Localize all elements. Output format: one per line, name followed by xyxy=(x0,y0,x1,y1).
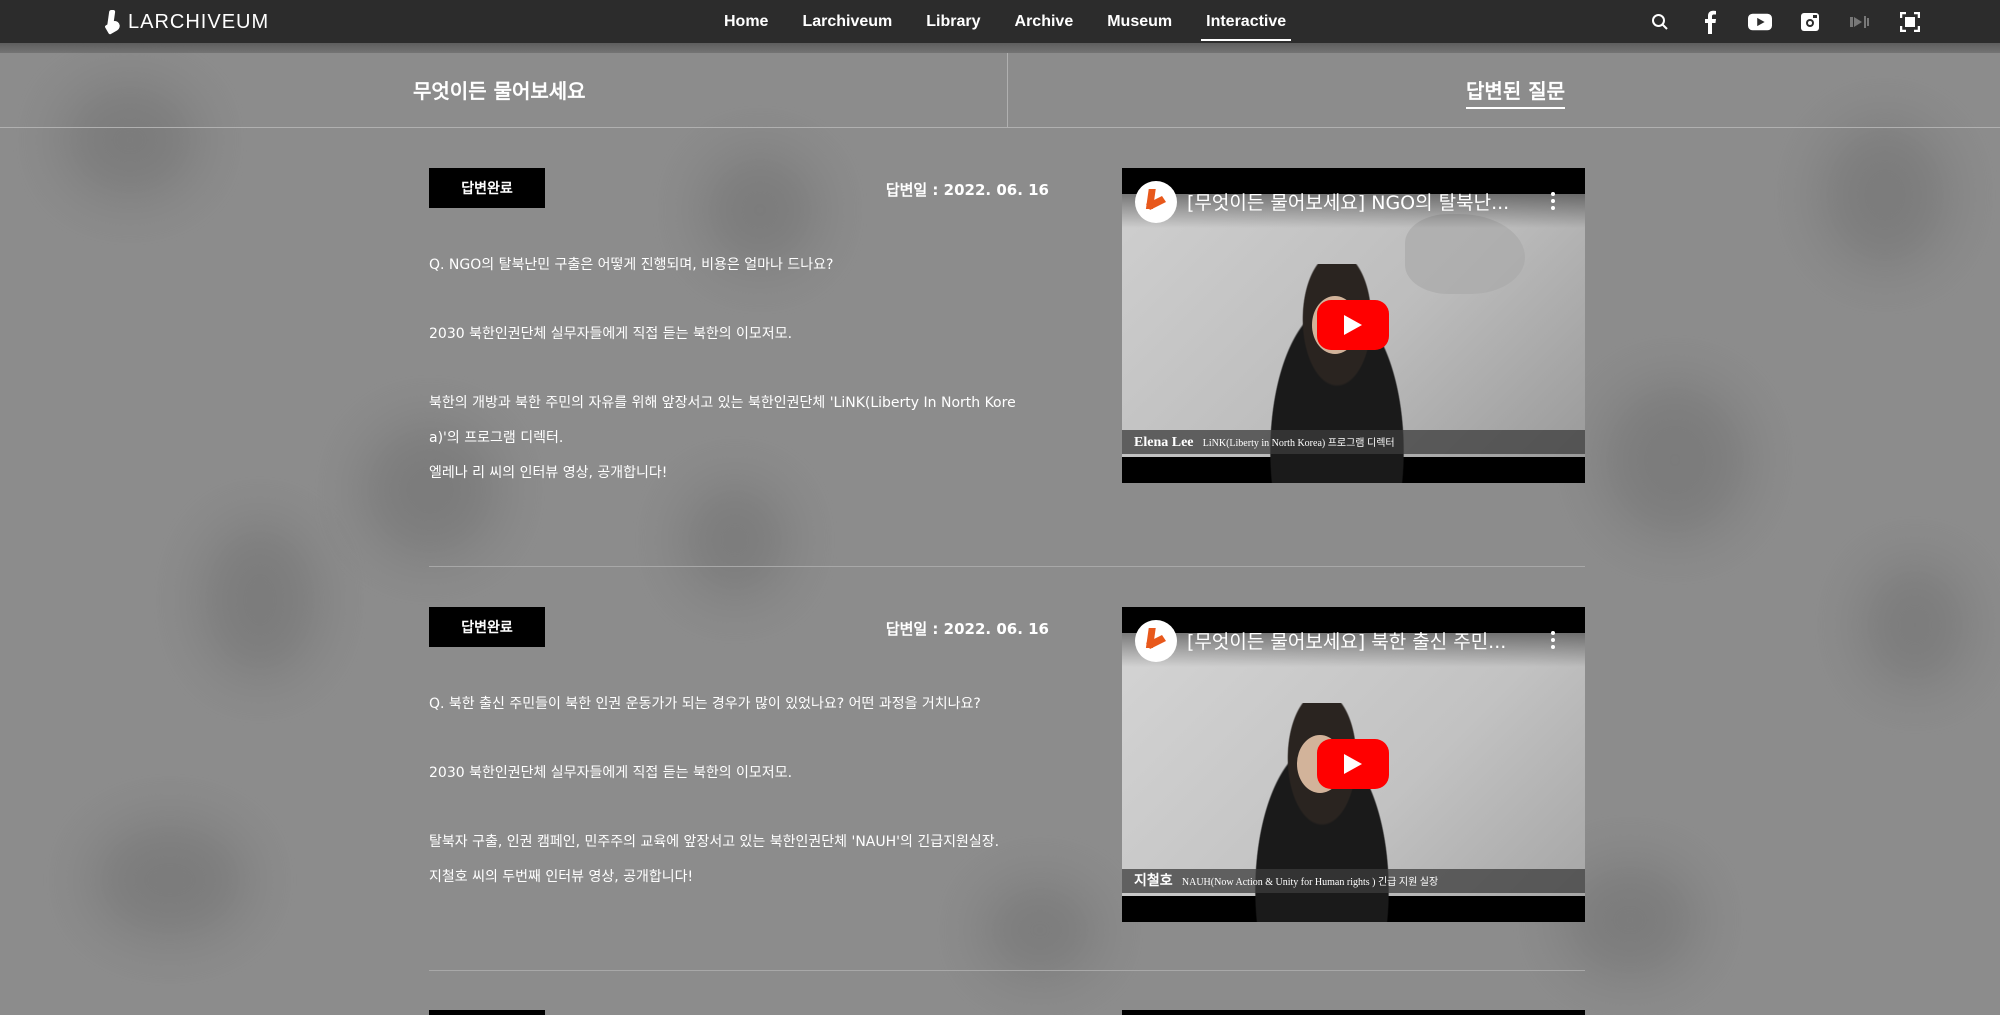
logo-text: LARCHIVEUM xyxy=(128,10,270,33)
answer-body: Q. 북한 출신 주민들이 북한 인권 운동가가 되는 경우가 많이 있었나요?… xyxy=(429,687,1029,895)
channel-avatar[interactable] xyxy=(1135,181,1177,223)
site-logo[interactable]: LARCHIVEUM xyxy=(104,9,269,35)
search-icon[interactable] xyxy=(1648,10,1672,34)
answer-date: 답변일 : 2022. 06. 16 xyxy=(885,620,1049,638)
nav-museum[interactable]: Museum xyxy=(1107,0,1172,43)
more-options-icon[interactable] xyxy=(1551,192,1555,210)
nav-home[interactable]: Home xyxy=(724,0,768,43)
next-entry-video-partial xyxy=(1122,1010,1585,1015)
answer-entry: 답변완료 답변일 : 2022. 06. 16 Q. 북한 출신 주민들이 북한… xyxy=(429,607,1585,927)
tab-answered-questions[interactable]: 답변된 질문 xyxy=(1466,75,1565,109)
audio-icon[interactable] xyxy=(1848,10,1872,34)
announcement-text: 엘레나 리 씨의 인터뷰 영상, 공개합니다! xyxy=(429,465,668,481)
description-line: 북한의 개방과 북한 주민의 자유를 위해 앞장서고 있는 북한인권단체 'Li… xyxy=(429,395,1016,411)
tab-ask-anything[interactable]: 무엇이든 물어보세요 xyxy=(413,75,586,104)
youtube-icon[interactable] xyxy=(1748,10,1772,34)
nav-archive[interactable]: Archive xyxy=(1015,0,1074,43)
description-line: 탈북자 구출, 인권 캠페인, 민주주의 교육에 앞장서고 있는 북한인권단체 … xyxy=(429,834,1000,850)
answer-date: 답변일 : 2022. 06. 16 xyxy=(885,181,1049,199)
subheader-divider xyxy=(1007,53,1008,128)
nav-library[interactable]: Library xyxy=(926,0,980,43)
instagram-icon[interactable] xyxy=(1798,10,1822,34)
caption-name: Elena Lee xyxy=(1134,435,1194,450)
entry-separator xyxy=(429,566,1585,567)
description-line: a)'의 프로그램 디렉터. xyxy=(429,430,564,446)
play-button[interactable] xyxy=(1317,300,1389,350)
question-text: Q. NGO의 탈북난민 구출은 어떻게 진행되며, 비용은 얼마나 드나요? xyxy=(429,257,834,273)
sub-header: 무엇이든 물어보세요 답변된 질문 xyxy=(0,53,2000,128)
nav-icon-group xyxy=(1648,0,1922,43)
more-options-icon[interactable] xyxy=(1551,631,1555,649)
intro-text: 2030 북한인권단체 실무자들에게 직접 듣는 북한의 이모저모. xyxy=(429,765,793,781)
answer-body: Q. NGO의 탈북난민 구출은 어떻게 진행되며, 비용은 얼마나 드나요? … xyxy=(429,248,1029,491)
question-text: Q. 북한 출신 주민들이 북한 인권 운동가가 되는 경우가 많이 있었나요?… xyxy=(429,696,981,712)
intro-text: 2030 북한인권단체 실무자들에게 직접 듣는 북한의 이모저모. xyxy=(429,326,793,342)
play-icon xyxy=(1344,315,1362,335)
answer-entry: 답변완료 답변일 : 2022. 06. 16 Q. NGO의 탈북난민 구출은… xyxy=(429,168,1585,488)
next-entry-badge-partial xyxy=(429,1010,545,1015)
nav-larchiveum[interactable]: Larchiveum xyxy=(802,0,892,43)
play-button[interactable] xyxy=(1317,739,1389,789)
video-title[interactable]: [무엇이든 물어보세요] 북한 출신 주민... xyxy=(1187,627,1527,654)
caption-name: 지철호 xyxy=(1134,874,1173,889)
nav-interactive[interactable]: Interactive xyxy=(1201,0,1292,43)
video-caption: 지철호 NAUH(Now Action & Unity for Human ri… xyxy=(1122,869,1585,893)
logo-mark-icon xyxy=(104,10,122,34)
facebook-icon[interactable] xyxy=(1698,10,1722,34)
entry-separator xyxy=(429,970,1585,971)
video-title[interactable]: [무엇이든 물어보세요] NGO의 탈북난... xyxy=(1187,188,1527,215)
youtube-video-player[interactable]: [무엇이든 물어보세요] 북한 출신 주민... 지철호 NAUH(Now Ac… xyxy=(1122,607,1585,922)
caption-role: LiNK(Liberty in North Korea) 프로그램 디렉터 xyxy=(1202,438,1395,449)
caption-role: NAUH(Now Action & Unity for Human rights… xyxy=(1181,877,1439,888)
nav-image-strip xyxy=(0,43,2000,53)
top-navigation: LARCHIVEUM Home Larchiveum Library Archi… xyxy=(0,0,2000,53)
youtube-video-player[interactable]: [무엇이든 물어보세요] NGO의 탈북난... Elena Lee LiNK(… xyxy=(1122,168,1585,483)
announcement-text: 지철호 씨의 두번째 인터뷰 영상, 공개합니다! xyxy=(429,869,694,885)
channel-avatar[interactable] xyxy=(1135,620,1177,662)
video-caption: Elena Lee LiNK(Liberty in North Korea) 프… xyxy=(1122,430,1585,454)
play-icon xyxy=(1344,754,1362,774)
fullscreen-icon[interactable] xyxy=(1898,10,1922,34)
